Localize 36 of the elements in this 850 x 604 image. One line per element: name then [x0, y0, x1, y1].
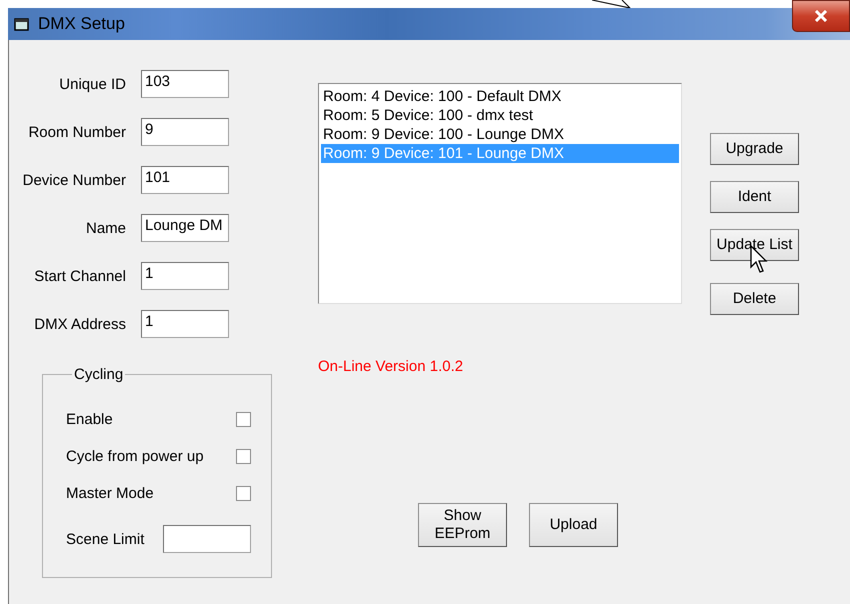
action-button[interactable]: Show EEProm — [418, 503, 507, 547]
input-field[interactable]: 103 — [141, 70, 229, 98]
device-list[interactable]: Room: 4 Device: 100 - Default DMX Room: 5 Device: 100 - dmx test Room: 9 Device: 100 - Lounge DMX Room: 9 Device: 101 - Lounge DMX — [318, 83, 682, 304]
action-button[interactable]: Upload — [529, 503, 618, 547]
field-label: Unique ID — [58, 76, 126, 92]
window-icon — [14, 16, 30, 32]
checkbox-label: Enable — [66, 411, 113, 428]
field-label: Name — [84, 220, 126, 236]
list-item[interactable]: Room: 5 Device: 100 - dmx test — [321, 106, 679, 125]
action-button[interactable]: Delete — [710, 283, 799, 315]
field-label: Device Number — [22, 172, 126, 188]
input-field[interactable] — [163, 525, 251, 553]
close-icon — [814, 10, 828, 22]
version-status: On-Line Version 1.0.2 — [318, 358, 464, 375]
action-button[interactable]: Ident — [710, 181, 799, 213]
checkbox[interactable] — [236, 486, 251, 501]
field-label: Scene Limit — [66, 530, 144, 548]
group-title: Cycling — [73, 366, 124, 383]
action-button[interactable]: Upgrade — [710, 133, 799, 165]
action-button[interactable]: Update List — [710, 229, 799, 261]
input-field[interactable]: 1 — [141, 310, 229, 338]
input-field[interactable]: 101 — [141, 166, 229, 194]
list-item[interactable]: Room: 4 Device: 100 - Default DMX — [321, 87, 679, 106]
input-field[interactable]: 1 — [141, 262, 229, 290]
input-field[interactable]: Lounge DM — [141, 214, 229, 242]
checkbox[interactable] — [236, 412, 251, 427]
checkbox-label: Cycle from power up — [66, 448, 204, 465]
list-item[interactable]: Room: 9 Device: 100 - Lounge DMX — [321, 125, 679, 144]
close-button[interactable] — [792, 0, 850, 32]
input-field[interactable]: 9 — [141, 118, 229, 146]
field-label: DMX Address — [33, 316, 126, 332]
checkbox[interactable] — [236, 449, 251, 464]
field-label: Start Channel — [33, 268, 126, 284]
field-label: Room Number — [27, 124, 126, 140]
checkbox-label: Master Mode — [66, 485, 154, 502]
window-title: DMX Setup — [38, 14, 125, 34]
